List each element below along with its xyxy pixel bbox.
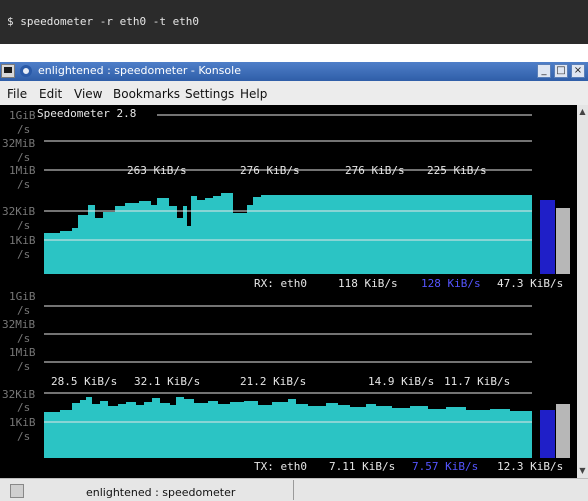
tx-scale-label: /s xyxy=(17,304,30,317)
window-menu-icon[interactable] xyxy=(1,64,15,78)
window-title: enlightened : speedometer - Konsole xyxy=(38,64,241,77)
rx-average-bar xyxy=(556,208,570,274)
tx-scale-label: /s xyxy=(17,360,30,373)
rx-throughput-fill xyxy=(44,193,532,274)
shell-command: $ speedometer -r eth0 -t eth0 xyxy=(7,15,200,28)
rx-reading: 263 KiB/s xyxy=(127,164,187,177)
rx-scale-label: /s xyxy=(17,123,30,136)
tx-scale-label: 1KiB xyxy=(9,416,36,429)
rx-scale-label: 32KiB xyxy=(2,205,35,218)
menu-view[interactable]: View xyxy=(74,87,102,101)
rx-scale-label: /s xyxy=(17,219,30,232)
terminal-area[interactable]: 1GiB /s 32MiB /s 1MiB /s 32KiB /s 1KiB /… xyxy=(0,105,577,478)
menu-help[interactable]: Help xyxy=(240,87,267,101)
rx-scale-label: 1GiB xyxy=(9,109,36,122)
rx-scale-label: /s xyxy=(17,178,30,191)
tx-scale-label: /s xyxy=(17,401,30,414)
konsole-app-icon xyxy=(20,65,32,77)
tx-scale-label: /s xyxy=(17,332,30,345)
minimize-button[interactable]: _ xyxy=(537,64,551,78)
tx-current-bar xyxy=(540,410,555,458)
session-icon xyxy=(10,484,24,498)
tx-throughput-fill xyxy=(44,397,532,458)
tx-scale-label: 32KiB xyxy=(2,388,35,401)
rx-reading: 276 KiB/s xyxy=(345,164,405,177)
rx-reading: 225 KiB/s xyxy=(427,164,487,177)
rx-current-rate: 118 KiB/s xyxy=(338,277,398,290)
rx-scale-label: 1KiB xyxy=(9,234,36,247)
tx-reading: 32.1 KiB/s xyxy=(134,375,200,388)
menu-edit[interactable]: Edit xyxy=(39,87,62,101)
rx-reading: 276 KiB/s xyxy=(240,164,300,177)
tx-reading: 21.2 KiB/s xyxy=(240,375,306,388)
rx-scale-label: 32MiB xyxy=(2,137,35,150)
rx-average-rate: 128 KiB/s xyxy=(421,277,481,290)
tx-status-label: TX: eth0 xyxy=(254,460,307,473)
scroll-down-arrow-icon[interactable]: ▼ xyxy=(577,465,588,477)
tx-scale-label: 1GiB xyxy=(9,290,36,303)
menu-file[interactable]: File xyxy=(7,87,27,101)
tx-reading: 28.5 KiB/s xyxy=(51,375,117,388)
tx-scale-label: 1MiB xyxy=(9,346,36,359)
maximize-button[interactable]: □ xyxy=(554,64,568,78)
speedometer-graph: 1GiB /s 32MiB /s 1MiB /s 32KiB /s 1KiB /… xyxy=(2,107,570,473)
session-tab[interactable]: enlightened : speedometer xyxy=(86,486,235,499)
rx-scale-label: /s xyxy=(17,248,30,261)
tx-reading: 14.9 KiB/s xyxy=(368,375,434,388)
menu-bookmarks[interactable]: Bookmarks xyxy=(113,87,180,101)
rx-status-label: RX: eth0 xyxy=(254,277,307,290)
rx-scale-label: /s xyxy=(17,151,30,164)
scrollbar[interactable] xyxy=(577,105,588,478)
shell-command-bar: $ speedometer -r eth0 -t eth0 xyxy=(0,0,588,44)
tx-current-rate: 7.11 KiB/s xyxy=(329,460,395,473)
tx-extra-rate: 12.3 KiB/s xyxy=(497,460,563,473)
tx-average-bar xyxy=(556,404,570,458)
scroll-up-arrow-icon[interactable]: ▲ xyxy=(577,106,588,118)
rx-current-bar xyxy=(540,200,555,274)
rx-extra-rate: 47.3 KiB/s xyxy=(497,277,563,290)
close-button[interactable]: × xyxy=(571,64,585,78)
tx-scale-label: /s xyxy=(17,430,30,443)
tx-scale-label: 32MiB xyxy=(2,318,35,331)
menu-settings[interactable]: Settings xyxy=(185,87,234,101)
status-divider xyxy=(293,480,294,500)
tx-average-rate: 7.57 KiB/s xyxy=(412,460,478,473)
app-title: Speedometer 2.8 xyxy=(37,107,136,120)
rx-scale-label: 1MiB xyxy=(9,164,36,177)
tx-reading: 11.7 KiB/s xyxy=(444,375,510,388)
